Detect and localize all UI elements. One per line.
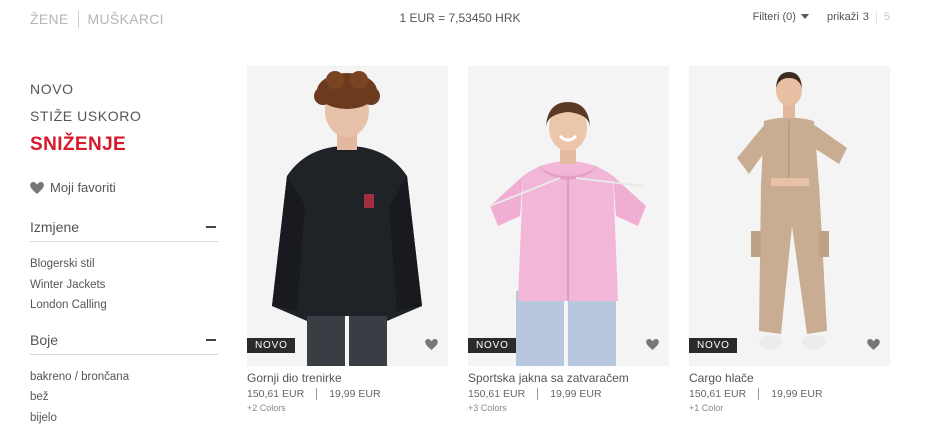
wishlist-heart-icon[interactable] bbox=[867, 339, 880, 350]
collapse-minus-icon[interactable] bbox=[206, 338, 216, 341]
section-item[interactable]: bakreno / brončana bbox=[30, 367, 218, 388]
grid-option-3[interactable]: 3 bbox=[863, 11, 869, 23]
wishlist-heart-icon[interactable] bbox=[646, 339, 659, 350]
grid-size-selector: prikaži 3 5 bbox=[826, 11, 890, 24]
new-badge: NOVO bbox=[689, 338, 737, 353]
product-image[interactable]: NOVO bbox=[689, 66, 890, 366]
product-card[interactable]: NOVO Sportska jakna sa zatvaračem 150,61… bbox=[468, 66, 669, 413]
collapse-minus-icon[interactable] bbox=[206, 226, 216, 228]
nav-coming-soon-link[interactable]: STIŽE USKORO bbox=[30, 107, 218, 125]
price-secondary: 19,99 EUR bbox=[550, 388, 602, 400]
heart-icon bbox=[30, 181, 44, 194]
filters-dropdown[interactable]: Filteri (0) bbox=[753, 11, 809, 23]
show-label: prikaži bbox=[826, 11, 859, 23]
listing-controls: Filteri (0) prikaži 3 5 bbox=[753, 11, 890, 24]
product-image[interactable]: NOVO bbox=[247, 66, 448, 366]
nav-sale-link[interactable]: SNIŽENJE bbox=[30, 134, 218, 156]
product-name[interactable]: Gornji dio trenirke bbox=[247, 371, 448, 385]
product-prices: 150,61 EUR 19,99 EUR bbox=[689, 388, 890, 400]
price-secondary: 19,99 EUR bbox=[771, 388, 823, 400]
product-name[interactable]: Sportska jakna sa zatvaračem bbox=[468, 371, 669, 385]
favorites-label: Moji favoriti bbox=[50, 180, 116, 195]
section-title: Izmjene bbox=[30, 219, 80, 235]
section-title: Boje bbox=[30, 331, 59, 348]
caret-down-icon bbox=[800, 13, 809, 19]
product-prices: 150,61 EUR 19,99 EUR bbox=[468, 388, 669, 400]
filter-section-changes: Izmjene Blogerski stil Winter Jackets Lo… bbox=[30, 219, 218, 316]
section-item[interactable]: Winter Jackets bbox=[30, 275, 218, 296]
grid-option-divider bbox=[875, 11, 877, 24]
price-divider bbox=[537, 388, 539, 400]
sidebar: NOVO STIŽE USKORO SNIŽENJE Moji favoriti… bbox=[30, 80, 218, 444]
color-count: +3 Colors bbox=[468, 403, 507, 413]
model-photo-illustration bbox=[468, 66, 669, 366]
product-prices: 150,61 EUR 19,99 EUR bbox=[247, 388, 448, 400]
section-item[interactable]: bijelo bbox=[30, 408, 218, 429]
new-badge: NOVO bbox=[247, 338, 295, 353]
filters-label: Filteri (0) bbox=[752, 11, 796, 24]
section-item[interactable]: bež bbox=[30, 387, 218, 408]
price-primary: 150,61 EUR bbox=[689, 388, 747, 400]
model-photo-illustration bbox=[247, 66, 448, 366]
section-list: Blogerski stil Winter Jackets London Cal… bbox=[30, 254, 218, 316]
price-divider bbox=[316, 388, 318, 400]
model-photo-illustration bbox=[689, 66, 890, 366]
price-primary: 150,61 EUR bbox=[247, 388, 305, 400]
grid-option-5[interactable]: 5 bbox=[884, 11, 890, 23]
section-header[interactable]: Boje bbox=[30, 332, 218, 355]
price-divider bbox=[758, 388, 760, 400]
new-badge: NOVO bbox=[468, 338, 516, 353]
product-card[interactable]: NOVO Gornji dio trenirke 150,61 EUR 19,9… bbox=[247, 66, 448, 413]
product-name[interactable]: Cargo hlače bbox=[689, 371, 890, 385]
price-secondary: 19,99 EUR bbox=[329, 388, 381, 400]
nav-new-link[interactable]: NOVO bbox=[30, 80, 218, 98]
product-image[interactable]: NOVO bbox=[468, 66, 669, 366]
product-card[interactable]: NOVO Cargo hlače 150,61 EUR 19,99 EUR +1… bbox=[689, 66, 890, 413]
color-count: +1 Color bbox=[689, 403, 724, 413]
price-primary: 150,61 EUR bbox=[468, 388, 526, 400]
section-header[interactable]: Izmjene bbox=[30, 219, 218, 242]
color-count: +2 Colors bbox=[247, 403, 286, 413]
favorites-link[interactable]: Moji favoriti bbox=[30, 180, 218, 195]
section-item[interactable]: London Calling bbox=[30, 295, 218, 316]
section-item[interactable]: Blogerski stil bbox=[30, 254, 218, 275]
section-list: bakreno / brončana bež bijelo bbox=[30, 367, 218, 429]
filter-section-colors: Boje bakreno / brončana bež bijelo bbox=[30, 332, 218, 429]
wishlist-heart-icon[interactable] bbox=[425, 339, 438, 350]
